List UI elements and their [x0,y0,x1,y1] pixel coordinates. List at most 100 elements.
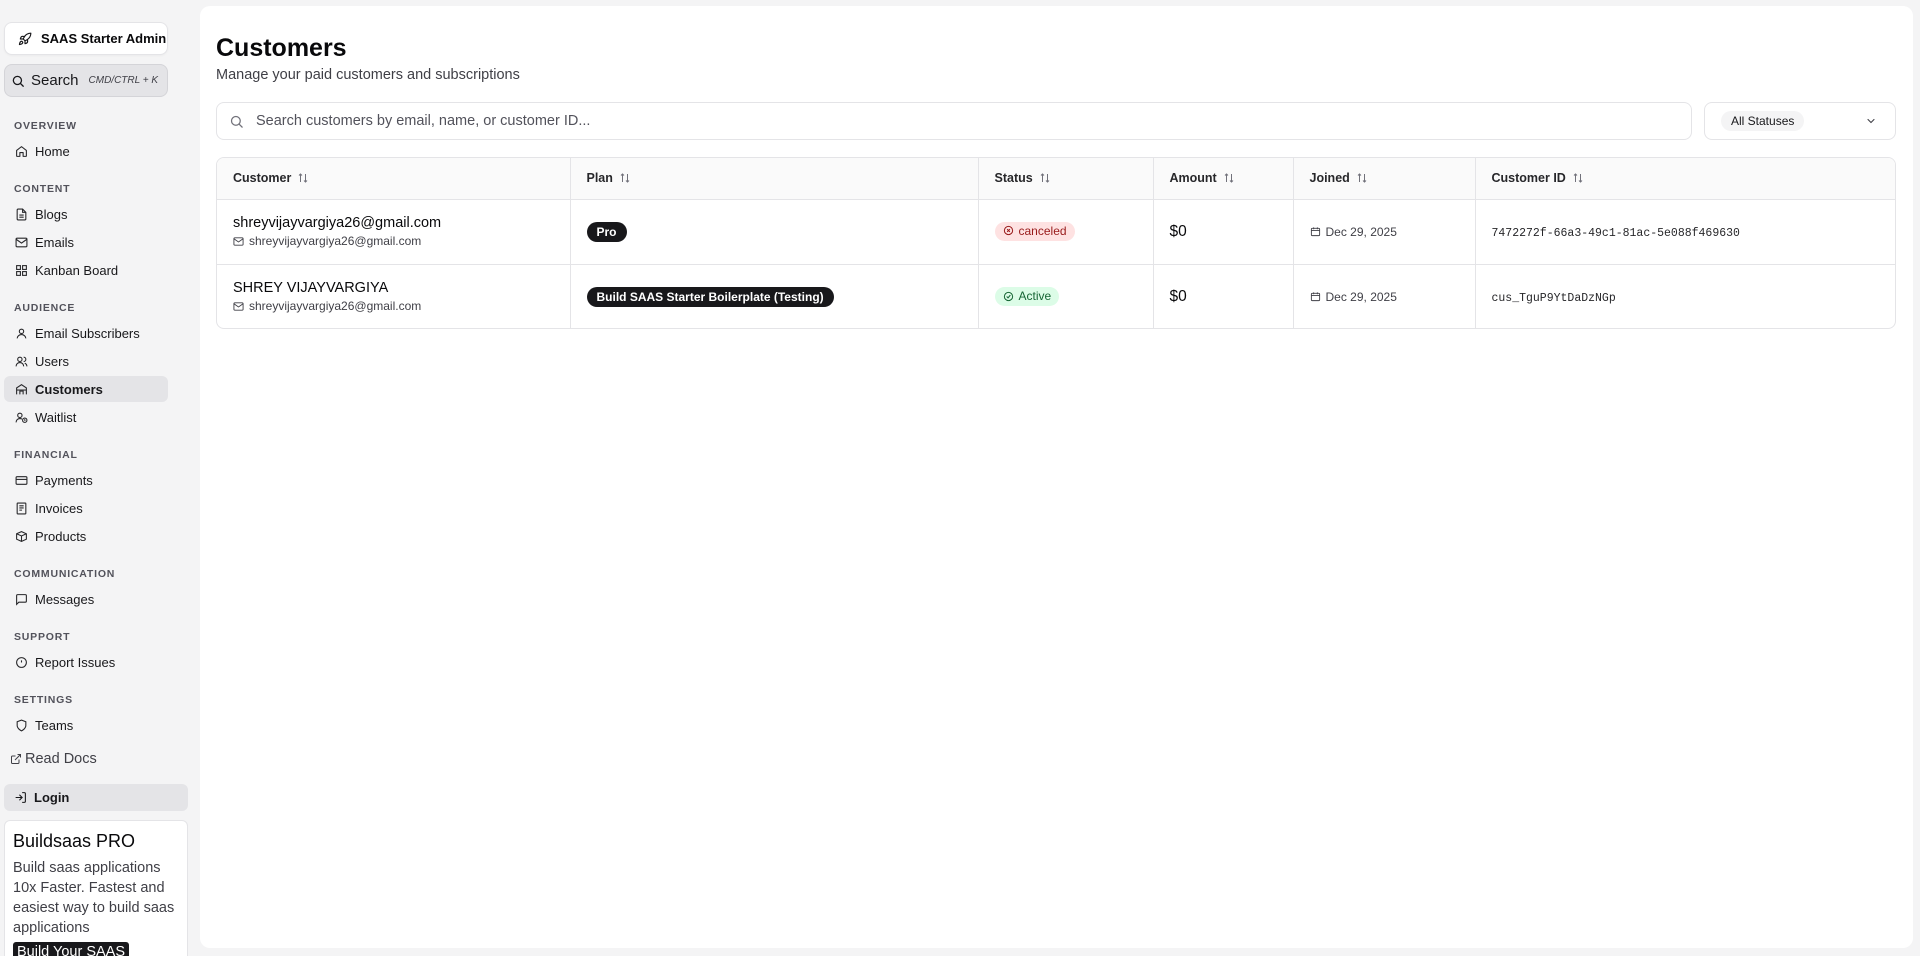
group-label-communication: COMMUNICATION [14,568,116,580]
calendar-icon [1310,226,1321,237]
sidebar-item-products[interactable]: Products [4,523,168,549]
search-icon [11,74,25,88]
amount-cell: $0 [1153,199,1294,264]
sidebar-item-label: Products [35,528,87,544]
group-label-support: SUPPORT [14,631,71,643]
status-text: canceled [1018,223,1067,238]
sort-icon[interactable] [1223,172,1235,184]
mail-icon [15,236,28,249]
table-row[interactable]: SHREY VIJAYVARGIYA shreyvijayvargiya26@g… [217,264,1895,328]
column-header-customer[interactable]: Customer [217,158,571,199]
customers-table: Customer Plan Status Amount Joined Custo… [216,157,1896,329]
sidebar-item-users[interactable]: Users [4,348,168,374]
user-clock-icon [15,411,28,424]
customer-email: shreyvijayvargiya26@gmail.com [233,299,570,313]
sort-icon[interactable] [619,172,631,184]
column-header-amount[interactable]: Amount [1153,158,1294,199]
calendar-icon [1310,291,1321,302]
sidebar-item-label: Waitlist [35,409,77,425]
status-filter-select[interactable]: All Statuses [1704,102,1896,140]
mail-icon [233,236,244,247]
sidebar-item-emails[interactable]: Emails [4,229,168,255]
sidebar-item-report-issues[interactable]: Report Issues [4,649,168,675]
promo-title: Buildsaas PRO [13,831,136,851]
sidebar-item-home[interactable]: Home [4,138,168,164]
search-label: Search [31,72,79,89]
column-header-plan[interactable]: Plan [570,158,979,199]
alert-circle-icon [15,656,28,669]
group-label-overview: OVERVIEW [14,120,77,132]
mail-icon [233,301,244,312]
plan-badge: Pro [586,221,627,242]
column-header-customer-id[interactable]: Customer ID [1475,158,1895,199]
plan-badge: Build SAAS Starter Boilerplate (Testing) [586,286,834,307]
promo-cta-button[interactable]: Build Your SAAS [13,942,130,956]
table-row[interactable]: shreyvijayvargiya26@gmail.com shreyvijay… [217,199,1895,264]
sidebar-item-label: Messages [35,591,95,607]
grid-icon [15,264,28,277]
customer-email-text: shreyvijayvargiya26@gmail.com [249,299,422,314]
joined-cell: Dec 29, 2025 [1293,264,1476,328]
search-shortcut: CMD/CTRL + K [88,75,159,86]
sidebar-item-label: Payments [35,472,93,488]
column-label: Customer ID [1491,171,1566,186]
plan-cell: Build SAAS Starter Boilerplate (Testing) [570,264,979,328]
sidebar-item-waitlist[interactable]: Waitlist [4,404,168,430]
sidebar-item-payments[interactable]: Payments [4,467,168,493]
column-label: Status [994,171,1033,186]
sidebar-item-label: Invoices [35,500,83,516]
user-icon [15,327,28,340]
column-label: Customer [233,171,292,186]
search-icon [229,114,244,129]
status-filter-value: All Statuses [1721,111,1805,131]
read-docs-link[interactable]: Read Docs [10,751,97,767]
sidebar-item-label: Users [35,353,69,369]
sidebar-item-label: Report Issues [35,654,116,670]
customer-search-input[interactable] [256,113,1691,129]
column-label: Plan [586,171,613,186]
amount-cell: $0 [1153,264,1294,328]
amount-value: $0 [1169,222,1187,240]
sidebar-item-messages[interactable]: Messages [4,586,168,612]
column-header-status[interactable]: Status [978,158,1154,199]
sidebar-item-kanban-board[interactable]: Kanban Board [4,257,168,283]
joined-date: Dec 29, 2025 [1310,290,1475,304]
customer-id-cell: 7472272f-66a3-49c1-81ac-5e088f469630 [1475,199,1895,264]
sidebar-item-customers[interactable]: Customers [4,376,168,402]
sidebar-item-invoices[interactable]: Invoices [4,495,168,521]
sidebar-item-label: Customers [35,381,103,397]
customer-id: cus_TguP9YtDaDzNGp [1491,291,1616,305]
promo-card: Buildsaas PRO Build saas applications 10… [4,820,188,956]
sidebar-item-email-subscribers[interactable]: Email Subscribers [4,320,168,346]
column-header-joined[interactable]: Joined [1293,158,1476,199]
sort-icon[interactable] [1356,172,1368,184]
users-icon [15,355,28,368]
receipt-icon [15,502,28,515]
brand-button[interactable]: SAAS Starter Admin [4,22,168,55]
x-circle-icon [1003,225,1014,236]
file-text-icon [15,208,28,221]
sidebar-search-button[interactable]: Search CMD/CTRL + K [4,64,168,97]
joined-date-text: Dec 29, 2025 [1325,289,1397,304]
sidebar-item-blogs[interactable]: Blogs [4,201,168,227]
chevron-down-icon [1865,115,1877,127]
sort-icon[interactable] [1572,172,1584,184]
sort-icon[interactable] [297,172,309,184]
package-icon [15,530,28,543]
login-button[interactable]: Login [4,784,188,811]
sort-icon[interactable] [1039,172,1051,184]
joined-date: Dec 29, 2025 [1310,225,1475,239]
login-label: Login [34,790,70,805]
status-cell: canceled [978,199,1154,264]
customers-icon [15,383,28,396]
brand-label: SAAS Starter Admin [41,31,167,46]
customer-email-text: shreyvijayvargiya26@gmail.com [249,234,422,248]
group-label-financial: FINANCIAL [14,449,78,461]
customer-cell: SHREY VIJAYVARGIYA shreyvijayvargiya26@g… [217,264,571,328]
sidebar-item-teams[interactable]: Teams [4,712,168,738]
sidebar-item-label: Home [35,143,70,159]
external-link-icon [10,753,22,765]
customer-search-field[interactable] [216,102,1692,140]
sidebar-item-label: Emails [35,234,75,250]
column-label: Joined [1309,171,1350,186]
